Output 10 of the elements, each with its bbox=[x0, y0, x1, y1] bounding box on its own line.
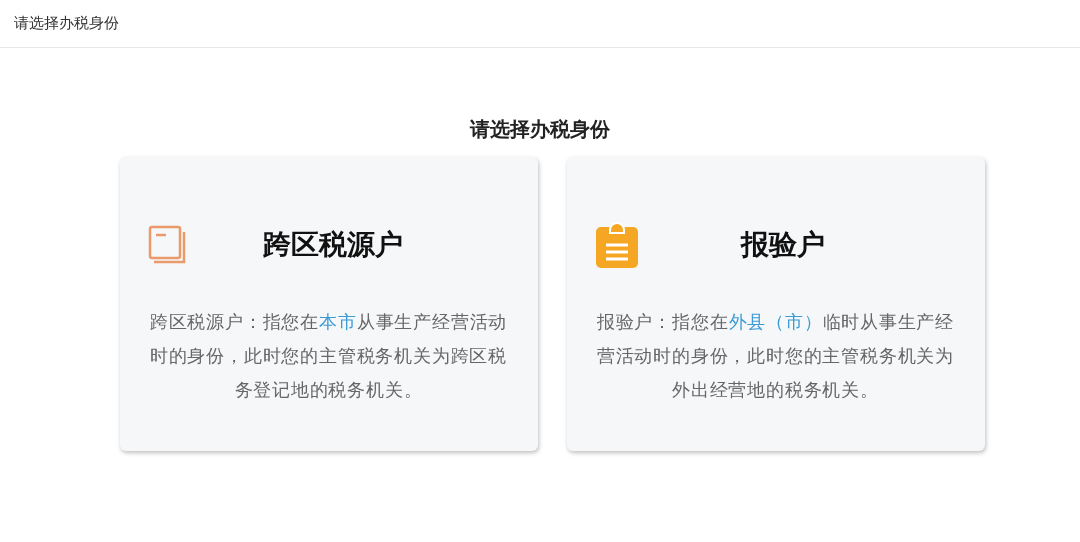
identity-card[interactable]: 报验户 报验户：指您在外县（市）临时从事生产经营活动时的身份，此时您的主管税务机关为外出经营地的税务机关。 bbox=[566, 157, 985, 451]
card-description: 报验户：指您在外县（市）临时从事生产经营活动时的身份，此时您的主管税务机关为外出经营地的税务机关。 bbox=[595, 310, 956, 402]
clipboard-icon bbox=[594, 221, 639, 269]
card-description: 跨区税源户：指您在本市从事生产经营活动时的身份，此时您的主管税务机关为跨区税务登记地的税务机关。 bbox=[148, 310, 509, 402]
book-icon bbox=[147, 225, 186, 265]
card-title: 报验户 bbox=[739, 227, 826, 263]
page-title: 请选择办税身份 bbox=[14, 14, 119, 33]
card-title: 跨区税源户 bbox=[261, 227, 404, 263]
section-heading: 请选择办税身份 bbox=[468, 116, 611, 143]
identity-card[interactable]: 跨区税源户 跨区税源户：指您在本市从事生产经营活动时的身份，此时您的主管税务机关为跨区税务登记地的税务机关。 bbox=[119, 157, 538, 451]
